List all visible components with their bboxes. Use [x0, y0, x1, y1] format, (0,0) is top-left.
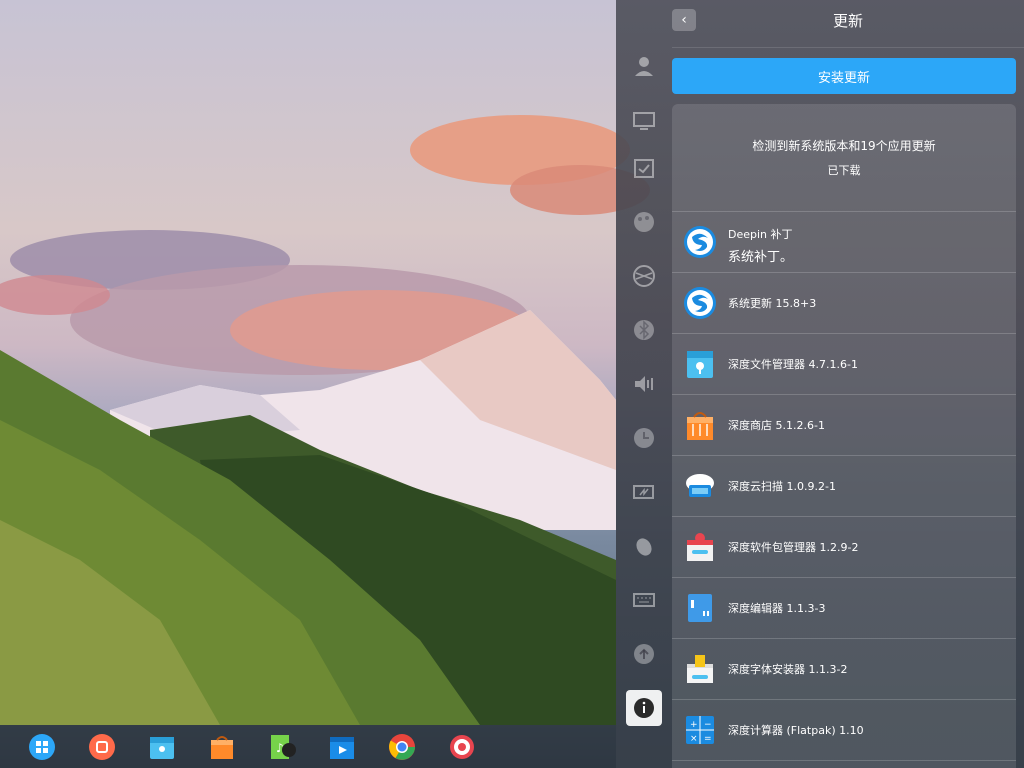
update-name: 深度文件管理器 4.7.1.6-1	[728, 358, 858, 371]
list-item: 深度编辑器 1.1.3-3	[672, 578, 1016, 639]
svg-text:♪: ♪	[276, 741, 284, 755]
font-installer-icon	[683, 652, 717, 686]
default-apps-icon[interactable]	[626, 150, 662, 186]
install-updates-button[interactable]: 安装更新	[672, 58, 1016, 94]
keyboard-icon[interactable]	[626, 582, 662, 618]
list-item: + − × = 深度计算器 (Flatpak) 1.10	[672, 700, 1016, 761]
app-store-icon[interactable]	[192, 725, 252, 768]
display-icon[interactable]	[626, 103, 662, 139]
movie-player-icon[interactable]	[312, 725, 372, 768]
update-name: 深度云扫描 1.0.9.2-1	[728, 480, 836, 493]
settings-nav-rail	[616, 48, 672, 768]
svg-text:×: ×	[690, 734, 698, 744]
update-name: 深度编辑器 1.1.3-3	[728, 602, 826, 615]
update-icon[interactable]	[626, 636, 662, 672]
update-summary-text: 检测到新系统版本和19个应用更新	[752, 139, 936, 153]
update-name: 深度计算器 (Flatpak) 1.10	[728, 724, 864, 737]
sound-icon[interactable]	[626, 366, 662, 402]
text-editor-icon	[683, 591, 717, 625]
calculator-icon: + − × =	[683, 713, 717, 747]
datetime-icon[interactable]	[626, 420, 662, 456]
dock: ♪	[0, 725, 616, 768]
power-icon[interactable]	[626, 474, 662, 510]
deepin-logo-icon	[683, 286, 717, 320]
list-item: 深度字体安装器 1.1.3-2	[672, 639, 1016, 700]
control-center-icon[interactable]	[432, 725, 492, 768]
list-item: 深度商店 5.1.2.6-1	[672, 395, 1016, 456]
network-icon[interactable]	[626, 258, 662, 294]
control-center-panel: ‹ 更新 安装更新 检测到新系统版本和19个应用更新 已下载 Deepin 补丁…	[616, 0, 1024, 768]
app-store-icon	[683, 408, 717, 442]
multitask-view-icon[interactable]	[72, 725, 132, 768]
launcher-icon[interactable]	[12, 725, 72, 768]
update-name: 深度字体安装器 1.1.3-2	[728, 663, 848, 676]
panel-header: ‹ 更新	[672, 0, 1024, 48]
update-description: 系统补丁。	[728, 250, 794, 265]
deepin-logo-icon	[683, 225, 717, 259]
list-item: 深度云扫描 1.0.9.2-1	[672, 456, 1016, 517]
update-summary: 检测到新系统版本和19个应用更新 已下载	[672, 104, 1016, 212]
svg-text:−: −	[704, 720, 712, 730]
svg-text:+: +	[690, 720, 698, 730]
list-item: 深度软件包管理器 1.2.9-2	[672, 517, 1016, 578]
file-manager-icon	[683, 347, 717, 381]
file-manager-icon[interactable]	[132, 725, 192, 768]
chrome-icon[interactable]	[372, 725, 432, 768]
list-item: 深度文件管理器 4.7.1.6-1	[672, 334, 1016, 395]
music-player-icon[interactable]: ♪	[252, 725, 312, 768]
bluetooth-icon[interactable]	[626, 312, 662, 348]
package-manager-icon	[683, 530, 717, 564]
page-title: 更新	[832, 12, 863, 30]
update-name: 系统更新 15.8+3	[728, 297, 817, 310]
svg-text:=: =	[704, 734, 712, 744]
update-name: 深度软件包管理器 1.2.9-2	[728, 541, 859, 554]
updates-card: 检测到新系统版本和19个应用更新 已下载 Deepin 补丁 系统补丁。 系统更…	[672, 104, 1016, 768]
list-item: Deepin 补丁 系统补丁。	[672, 212, 1016, 273]
download-status: 已下载	[827, 164, 861, 177]
mouse-icon[interactable]	[626, 528, 662, 564]
accounts-icon[interactable]	[626, 48, 662, 84]
system-info-icon[interactable]	[626, 690, 662, 726]
cloud-scanner-icon	[683, 469, 717, 503]
update-name: Deepin 补丁	[728, 228, 793, 241]
update-name: 深度商店 5.1.2.6-1	[728, 419, 825, 432]
list-item: 系统更新 15.8+3	[672, 273, 1016, 334]
personalization-icon[interactable]	[626, 204, 662, 240]
